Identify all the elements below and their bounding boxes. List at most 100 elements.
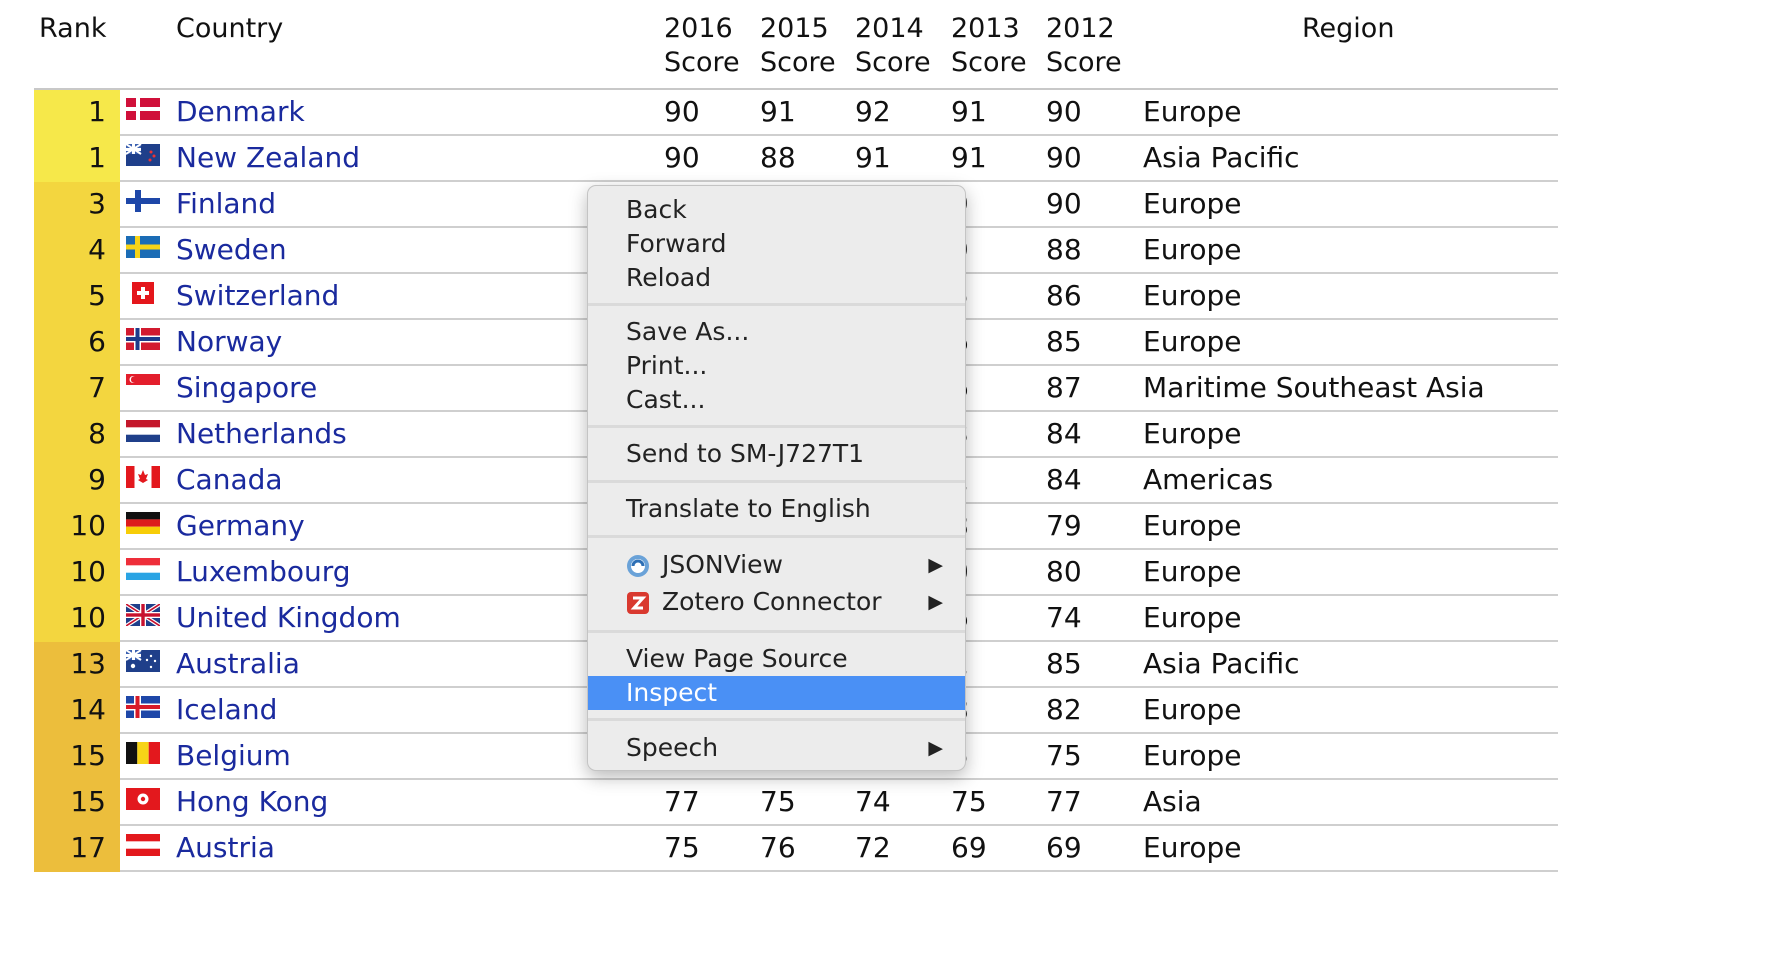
hong-kong-flag-icon xyxy=(126,788,160,810)
menu-item-jsonview[interactable]: JSONView ▶ xyxy=(588,548,965,582)
austria-flag-icon xyxy=(126,834,160,856)
country-link[interactable]: Denmark xyxy=(176,90,305,134)
menu-item-zotero[interactable]: Zotero Connector ▶ xyxy=(588,585,965,619)
rank-cell: 15 xyxy=(34,734,120,780)
menu-item-forward[interactable]: Forward xyxy=(588,227,965,261)
score-cell: 88 xyxy=(1046,233,1082,266)
country-link[interactable]: Finland xyxy=(176,182,276,226)
menu-item-print[interactable]: Print... xyxy=(588,349,965,383)
country-link[interactable]: Luxembourg xyxy=(176,550,351,594)
united-kingdom-flag-icon xyxy=(124,602,162,628)
region-cell: Maritime Southeast Asia xyxy=(1143,371,1485,404)
table-header: Rank Country 2016 Score 2015 Score 2014 Sco… xyxy=(34,0,1558,90)
rank-cell: 10 xyxy=(34,504,120,550)
region-cell: Europe xyxy=(1143,187,1242,220)
country-header[interactable]: Country xyxy=(176,12,283,46)
country-link[interactable]: Singapore xyxy=(176,366,317,410)
menu-separator xyxy=(588,535,965,538)
menu-item-send-to-device[interactable]: Send to SM-J727T1 xyxy=(588,437,965,471)
norway-flag-icon xyxy=(126,328,160,350)
country-link[interactable]: New Zealand xyxy=(176,136,360,180)
denmark-flag-icon xyxy=(126,98,160,120)
submenu-arrow-icon: ▶ xyxy=(928,737,943,759)
switzerland-flag-icon xyxy=(126,282,160,304)
rank-cell: 5 xyxy=(34,274,120,320)
menu-item-inspect[interactable]: Inspect xyxy=(588,676,965,710)
country-link[interactable]: Netherlands xyxy=(176,412,347,456)
menu-item-cast[interactable]: Cast... xyxy=(588,383,965,417)
region-header[interactable]: Region xyxy=(1302,12,1394,46)
menu-separator xyxy=(588,718,965,721)
singapore-flag-icon xyxy=(126,374,160,396)
country-link[interactable]: Australia xyxy=(176,642,300,686)
table-row: 1 New Zealand 90 88 91 91 90 Asia Pacific xyxy=(34,136,1558,182)
country-link[interactable]: Belgium xyxy=(176,734,291,778)
score-cell: 91 xyxy=(951,141,987,174)
country-link[interactable]: Germany xyxy=(176,504,305,548)
score-cell: 82 xyxy=(1046,693,1082,726)
rank-cell: 4 xyxy=(34,228,120,274)
table-row: 1 Denmark 90 91 92 91 90 Europe xyxy=(34,90,1558,136)
submenu-arrow-icon: ▶ xyxy=(928,554,943,576)
region-cell: Europe xyxy=(1143,233,1242,266)
menu-item-translate[interactable]: Translate to English xyxy=(588,492,965,526)
country-link[interactable]: Hong Kong xyxy=(176,780,328,824)
score-cell: 91 xyxy=(951,95,987,128)
region-cell: Europe xyxy=(1143,693,1242,726)
score-cell: 92 xyxy=(855,95,891,128)
menu-item-save-as[interactable]: Save As... xyxy=(588,315,965,349)
menu-item-reload[interactable]: Reload xyxy=(588,261,965,295)
header-year: 2015 xyxy=(760,13,829,44)
score-2016-header[interactable]: 2016 Score xyxy=(664,12,740,80)
belgium-flag-icon xyxy=(126,742,160,764)
score-2012-header[interactable]: 2012 Score xyxy=(1046,12,1122,80)
score-cell: 91 xyxy=(855,141,891,174)
header-year: 2013 xyxy=(951,13,1020,44)
country-link[interactable]: United Kingdom xyxy=(176,596,401,640)
menu-item-back[interactable]: Back xyxy=(588,193,965,227)
score-cell: 90 xyxy=(1046,141,1082,174)
country-link[interactable]: Austria xyxy=(176,826,275,870)
score-cell: 84 xyxy=(1046,463,1082,496)
rank-cell: 10 xyxy=(34,550,120,596)
score-cell: 69 xyxy=(1046,831,1082,864)
rank-cell: 9 xyxy=(34,458,120,504)
menu-item-view-page-source[interactable]: View Page Source xyxy=(588,642,965,676)
region-cell: Americas xyxy=(1143,463,1274,496)
menu-separator xyxy=(588,303,965,306)
region-cell: Europe xyxy=(1143,739,1242,772)
country-link[interactable]: Iceland xyxy=(176,688,277,732)
rank-header[interactable]: Rank xyxy=(39,12,106,46)
score-2015-header[interactable]: 2015 Score xyxy=(760,12,836,80)
score-cell: 84 xyxy=(1046,417,1082,450)
header-score-word: Score xyxy=(855,47,931,78)
region-cell: Europe xyxy=(1143,509,1242,542)
score-2014-header[interactable]: 2014 Score xyxy=(855,12,931,80)
score-cell: 77 xyxy=(664,785,700,818)
rank-cell: 13 xyxy=(34,642,120,688)
menu-separator xyxy=(588,480,965,483)
finland-flag-icon xyxy=(126,190,160,212)
region-cell: Europe xyxy=(1143,555,1242,588)
score-cell: 85 xyxy=(1046,647,1082,680)
score-cell: 74 xyxy=(855,785,891,818)
iceland-flag-icon xyxy=(126,696,160,718)
score-2013-header[interactable]: 2013 Score xyxy=(951,12,1027,80)
country-link[interactable]: Sweden xyxy=(176,228,287,272)
rank-cell: 7 xyxy=(34,366,120,412)
score-cell: 86 xyxy=(1046,279,1082,312)
rank-cell: 3 xyxy=(34,182,120,228)
country-link[interactable]: Switzerland xyxy=(176,274,339,318)
rank-cell: 10 xyxy=(34,596,120,642)
region-cell: Europe xyxy=(1143,417,1242,450)
menu-item-speech[interactable]: Speech ▶ xyxy=(588,731,965,765)
region-cell: Europe xyxy=(1143,95,1242,128)
submenu-arrow-icon: ▶ xyxy=(928,591,943,613)
country-link[interactable]: Canada xyxy=(176,458,283,502)
header-year: 2014 xyxy=(855,13,924,44)
score-cell: 80 xyxy=(1046,555,1082,588)
header-score-word: Score xyxy=(1046,47,1122,78)
country-link[interactable]: Norway xyxy=(176,320,282,364)
rank-cell: 1 xyxy=(34,90,120,136)
menu-separator xyxy=(588,630,965,633)
